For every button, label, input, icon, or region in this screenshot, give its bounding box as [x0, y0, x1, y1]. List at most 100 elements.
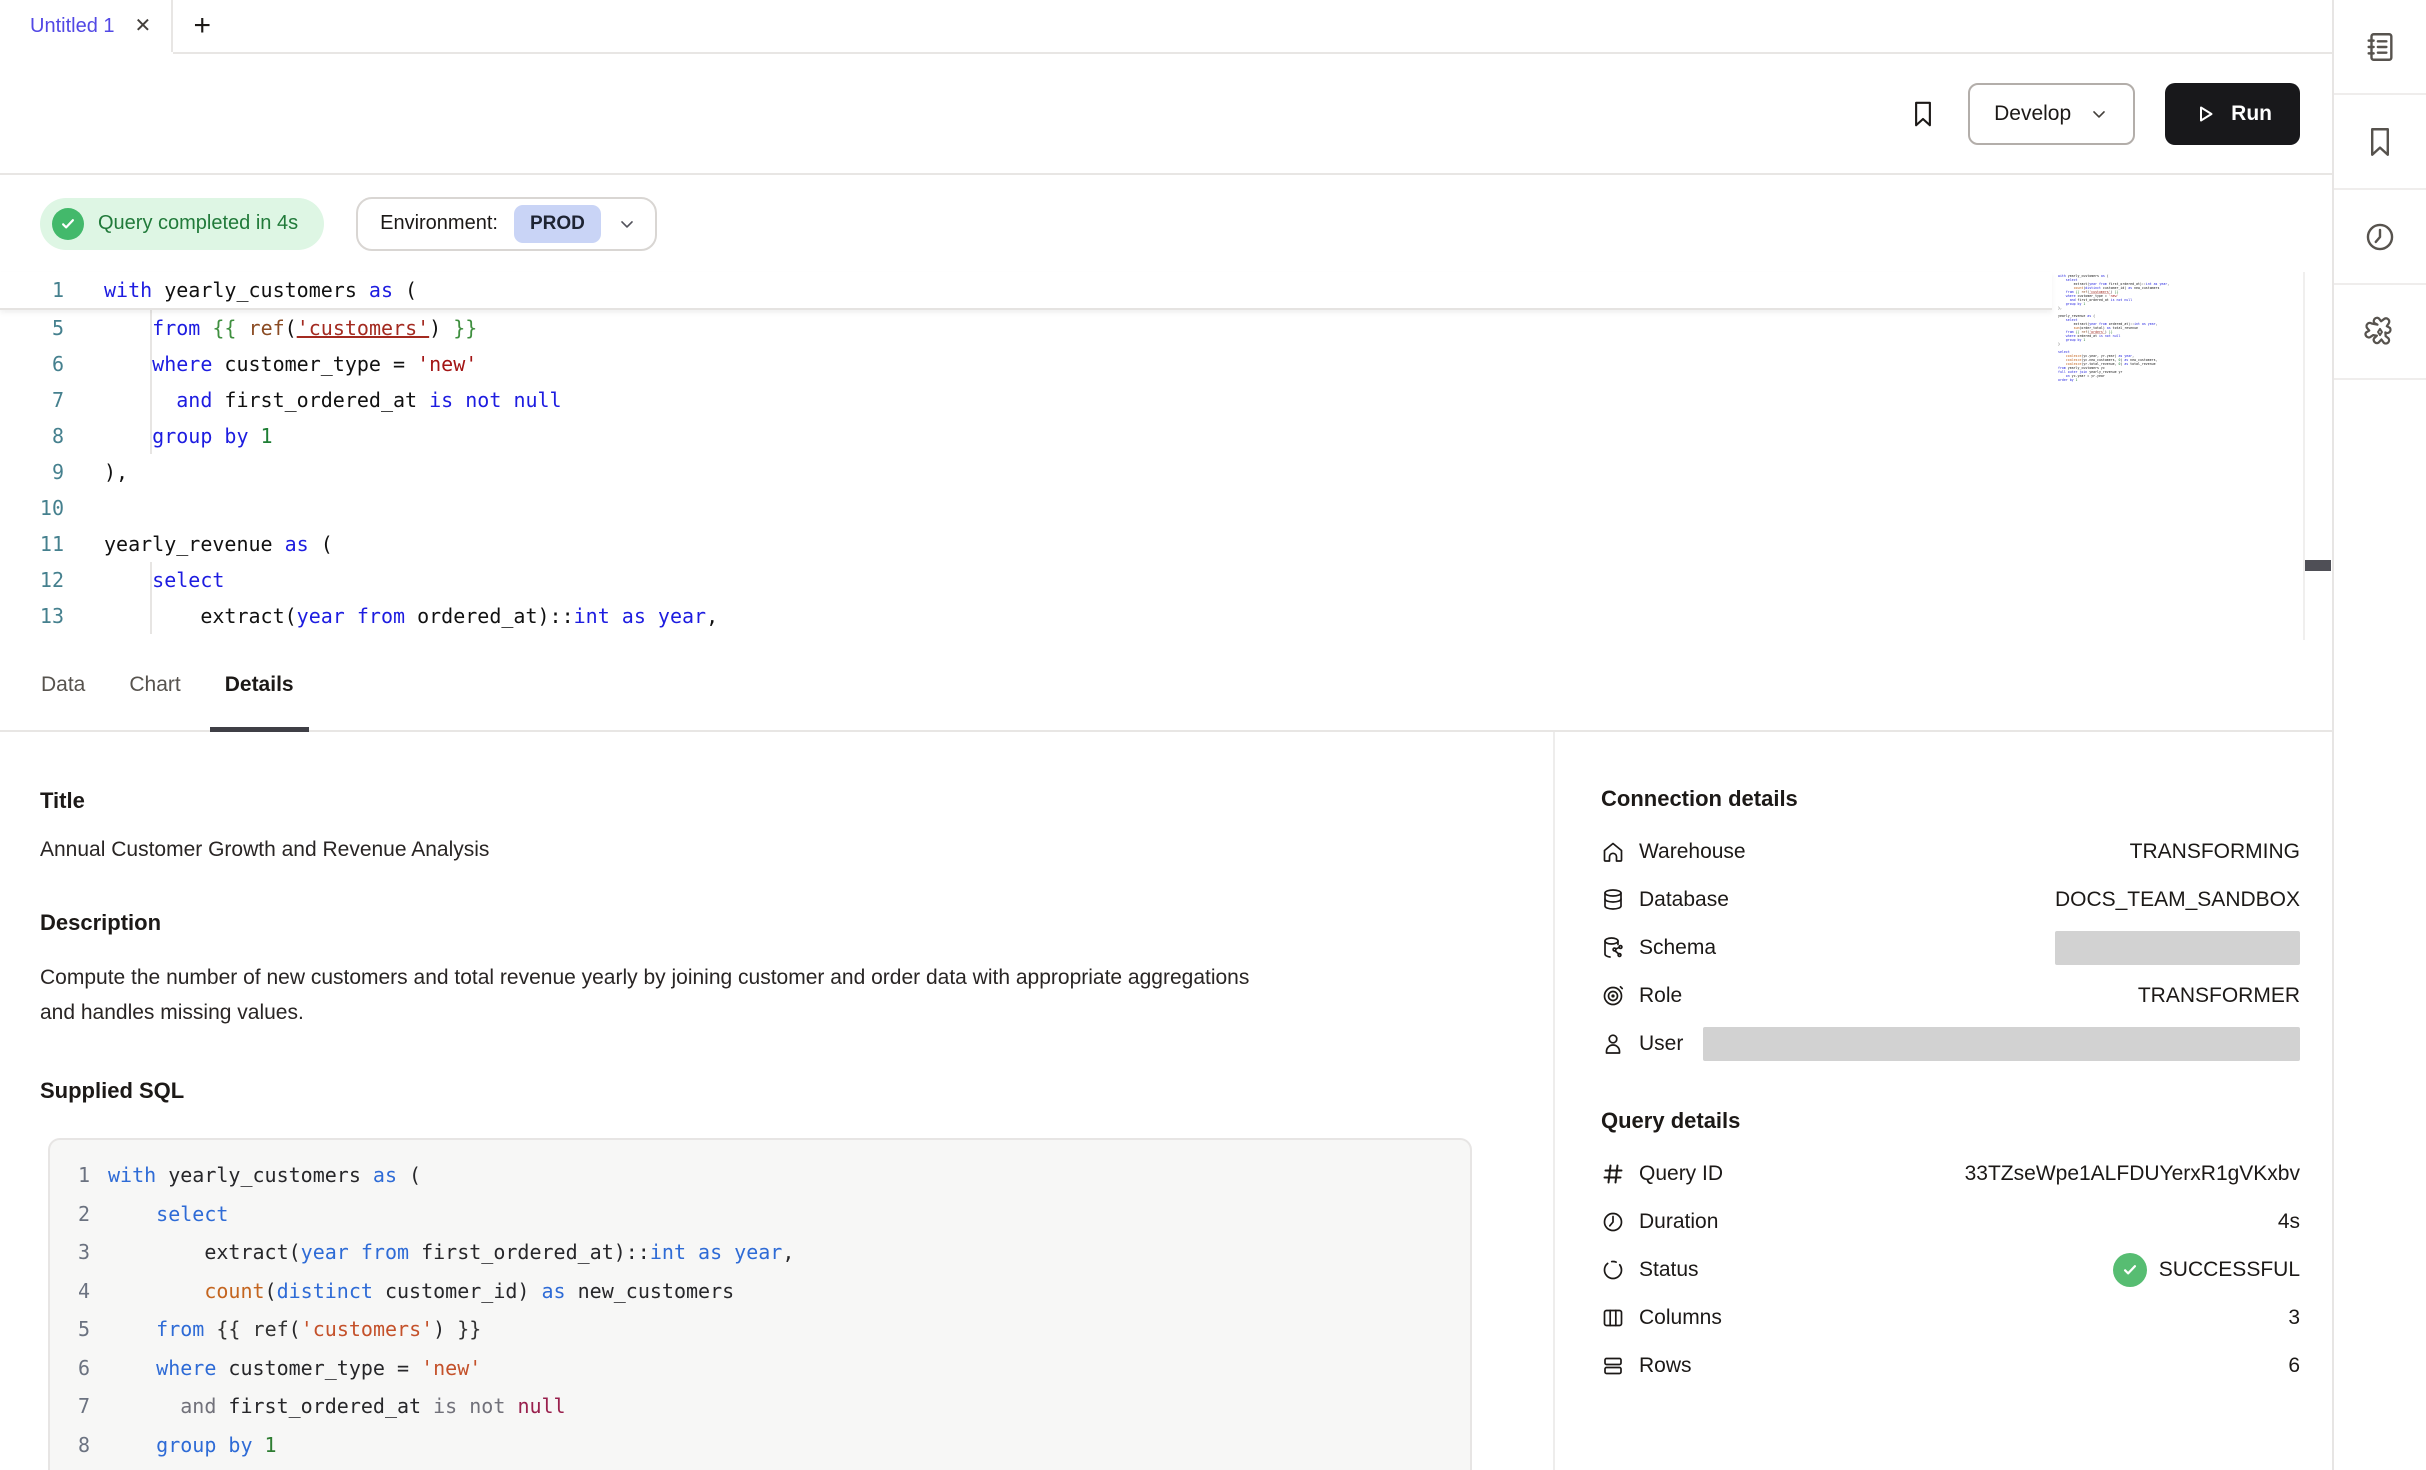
editor-scrollbar-track	[2303, 272, 2305, 640]
supplied-sql-line: 3 extract(year from first_ordered_at)::i…	[64, 1233, 1470, 1272]
editor-line: 6 where customer_type = 'new'	[0, 346, 2332, 382]
query-details-heading: Query details	[1601, 1108, 2300, 1134]
database-icon	[1601, 888, 1625, 912]
line-number: 6	[64, 1349, 108, 1388]
editor-code-line: ),	[80, 460, 128, 484]
duration-row: Duration 4s	[1601, 1198, 2300, 1246]
detail-label: Rows	[1639, 1354, 1692, 1378]
code-line: count(distinct customer_id) as new_custo…	[108, 1272, 734, 1311]
tab-untitled-1[interactable]: Untitled 1 ✕	[0, 0, 173, 52]
line-number: 3	[64, 1233, 108, 1272]
rail-button-compass-star[interactable]	[2334, 285, 2426, 380]
environment-value-badge: PROD	[514, 205, 601, 243]
code-line: group by 1	[108, 1426, 277, 1465]
editor-code-line: select	[80, 568, 224, 592]
check-circle-icon	[52, 208, 84, 240]
editor-tab-bar: Untitled 1 ✕ +	[0, 0, 2332, 54]
close-icon[interactable]: ✕	[135, 16, 152, 36]
environment-label: Environment:	[380, 212, 498, 235]
tab-data[interactable]: Data	[26, 640, 100, 730]
code-line: and first_ordered_at is not null	[108, 1387, 566, 1426]
redacted-value	[2055, 931, 2300, 965]
editor-sticky-line: 1 with yearly_customers as (	[0, 272, 2052, 310]
line-number: 6	[0, 352, 80, 376]
rail-button-notebook[interactable]	[2334, 0, 2426, 95]
bookmark-icon	[2363, 125, 2397, 159]
editor-code-line: and first_ordered_at is not null	[80, 388, 562, 412]
line-number: 9	[64, 1464, 108, 1470]
title-value: Annual Customer Growth and Revenue Analy…	[40, 838, 1473, 862]
develop-label: Develop	[1994, 102, 2071, 126]
status-row: Query completed in 4s Environment: PROD	[0, 175, 2332, 272]
tab-chart[interactable]: Chart	[114, 640, 195, 730]
columns-row: Columns 3	[1601, 1294, 2300, 1342]
detail-value: SUCCESSFUL	[2159, 1258, 2300, 1282]
tab-label: Untitled 1	[30, 15, 115, 38]
editor-scrollbar-thumb[interactable]	[2305, 560, 2331, 571]
develop-dropdown[interactable]: Develop	[1968, 83, 2135, 145]
run-button[interactable]: Run	[2165, 83, 2300, 145]
line-number: 12	[0, 568, 80, 592]
supplied-sql-line: 4 count(distinct customer_id) as new_cus…	[64, 1272, 1470, 1311]
line-number: 2	[64, 1195, 108, 1234]
query-id-row: Query ID33TZseWpe1ALFDUYerxR1gVKxbv	[1601, 1150, 2300, 1198]
editor-line: 8 group by 1	[0, 418, 2332, 454]
line-number: 8	[64, 1426, 108, 1465]
line-number: 4	[64, 1272, 108, 1311]
environment-selector[interactable]: Environment: PROD	[356, 197, 657, 251]
schema-row: Schema	[1601, 924, 2300, 972]
chevron-down-icon	[2089, 104, 2109, 124]
tab-details[interactable]: Details	[210, 640, 309, 730]
editor-code-line: extract(year from ordered_at)::int as ye…	[80, 604, 718, 628]
toolbar: Develop Run	[0, 54, 2332, 175]
editor-line: 5 from {{ ref('customers') }}	[0, 310, 2332, 346]
detail-label: Columns	[1639, 1306, 1722, 1330]
supplied-sql-line: 1with yearly_customers as (	[64, 1156, 1470, 1195]
status-row: StatusSUCCESSFUL	[1601, 1246, 2300, 1294]
status-success-badge: SUCCESSFUL	[2113, 1253, 2300, 1287]
editor-code-line: group by 1	[80, 424, 273, 448]
schema-icon	[1601, 936, 1625, 960]
detail-label: Warehouse	[1639, 840, 1746, 864]
detail-value: DOCS_TEAM_SANDBOX	[2055, 888, 2300, 912]
editor-line: 10	[0, 490, 2332, 526]
editor-code-line: where customer_type = 'new'	[80, 352, 477, 376]
line-number: 10	[0, 496, 80, 520]
detail-value: 6	[2288, 1354, 2300, 1378]
supplied-sql-line: 7 and first_ordered_at is not null	[64, 1387, 1470, 1426]
supplied-sql-line: 5 from {{ ref('customers') }}	[64, 1310, 1470, 1349]
warehouse-icon	[1601, 840, 1625, 864]
warehouse-row: WarehouseTRANSFORMING	[1601, 828, 2300, 876]
line-number: 11	[0, 532, 80, 556]
description-heading: Description	[40, 910, 1473, 936]
editor-line: 12 select	[0, 562, 2332, 598]
line-number: 7	[64, 1387, 108, 1426]
clock-icon	[1601, 1210, 1625, 1234]
editor-code-line: from {{ ref('customers') }}	[80, 316, 477, 340]
user-row: User	[1601, 1020, 2300, 1068]
detail-value: 33TZseWpe1ALFDUYerxR1gVKxbv	[1965, 1162, 2300, 1186]
editor-line: 11yearly_revenue as (	[0, 526, 2332, 562]
connection-details-heading: Connection details	[1601, 786, 2300, 812]
detail-value: 3	[2288, 1306, 2300, 1330]
rail-button-bookmark[interactable]	[2334, 95, 2426, 190]
main-area: Untitled 1 ✕ + Develop Run Query complet…	[0, 0, 2332, 1470]
rail-button-history-clock[interactable]	[2334, 190, 2426, 285]
new-tab-button[interactable]: +	[173, 0, 231, 52]
supplied-sql-heading: Supplied SQL	[40, 1078, 1473, 1104]
bookmark-button[interactable]	[1908, 99, 1938, 129]
editor-line: 7 and first_ordered_at is not null	[0, 382, 2332, 418]
description-value: Compute the number of new customers and …	[40, 960, 1280, 1030]
detail-label: Duration	[1639, 1210, 1718, 1234]
supplied-sql-line: 9),	[64, 1464, 1470, 1470]
detail-label: Role	[1639, 984, 1682, 1008]
code-line: ),	[108, 1464, 132, 1470]
sql-editor[interactable]: 1 with yearly_customers as ( 5 from {{ r…	[0, 272, 2332, 640]
detail-value: 4s	[2278, 1210, 2300, 1234]
minimap-code: with yearly_customers as ( select extrac…	[2058, 274, 2182, 382]
details-right-column: Connection details WarehouseTRANSFORMING…	[1553, 732, 2332, 1470]
role-icon	[1601, 984, 1625, 1008]
editor-minimap[interactable]: with yearly_customers as ( select extrac…	[2058, 274, 2184, 386]
spinner-icon	[1601, 1258, 1625, 1282]
code-line: extract(year from first_ordered_at)::int…	[108, 1233, 794, 1272]
